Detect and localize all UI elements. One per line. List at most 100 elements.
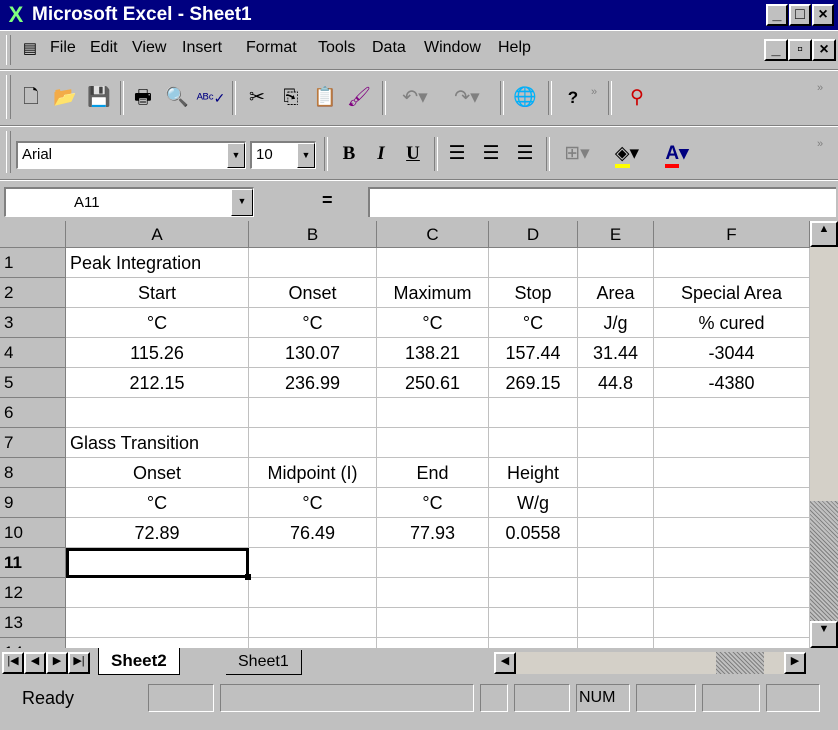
menu-window[interactable]: Window xyxy=(424,39,481,57)
align-center-icon[interactable]: ☰ xyxy=(476,139,506,169)
row-header-10[interactable]: 10 xyxy=(0,518,66,548)
copy-icon[interactable]: ⎘ xyxy=(276,83,306,113)
cell-e10[interactable] xyxy=(578,518,654,548)
close-button[interactable]: × xyxy=(812,4,834,26)
sheet-tab-sheet2[interactable]: Sheet2 xyxy=(98,648,180,675)
cell-f5[interactable]: -4380 xyxy=(654,368,810,398)
cell-b14[interactable] xyxy=(249,638,377,648)
cell-d12[interactable] xyxy=(489,578,578,608)
undo-icon[interactable]: ↶▾ xyxy=(390,83,440,113)
cell-d3[interactable]: °C xyxy=(489,308,578,338)
cell-c11[interactable] xyxy=(377,548,489,578)
scrollbar-track[interactable] xyxy=(810,501,838,621)
cell-c1[interactable] xyxy=(377,248,489,278)
cell-c3[interactable]: °C xyxy=(377,308,489,338)
menu-tools[interactable]: Tools xyxy=(318,39,355,57)
first-sheet-icon[interactable]: |◀ xyxy=(2,652,24,674)
menu-file[interactable]: File xyxy=(50,39,76,57)
cell-c7[interactable] xyxy=(377,428,489,458)
row-header-1[interactable]: 1 xyxy=(0,248,66,278)
excel-logo-icon[interactable]: X xyxy=(4,3,28,27)
cell-b12[interactable] xyxy=(249,578,377,608)
row-header-8[interactable]: 8 xyxy=(0,458,66,488)
cell-c4[interactable]: 138.21 xyxy=(377,338,489,368)
row-header-4[interactable]: 4 xyxy=(0,338,66,368)
cell-b2[interactable]: Onset xyxy=(249,278,377,308)
doc-minimize-button[interactable]: _ xyxy=(764,39,788,61)
cell-b3[interactable]: °C xyxy=(249,308,377,338)
align-left-icon[interactable]: ☰ xyxy=(442,139,472,169)
cell-d11[interactable] xyxy=(489,548,578,578)
minimize-button[interactable]: _ xyxy=(766,4,788,26)
scroll-down-icon[interactable]: ▼ xyxy=(810,621,838,648)
save-icon[interactable]: 💾 xyxy=(84,83,114,113)
column-header-b[interactable]: B xyxy=(249,221,377,248)
menu-help[interactable]: Help xyxy=(498,39,531,57)
open-folder-icon[interactable]: 📂 xyxy=(50,83,80,113)
cell-a7[interactable]: Glass Transition xyxy=(66,428,249,458)
cell-f9[interactable] xyxy=(654,488,810,518)
toolbar-overflow-icon[interactable]: » xyxy=(812,73,828,103)
cell-b7[interactable] xyxy=(249,428,377,458)
cell-f14[interactable] xyxy=(654,638,810,648)
chevron-down-icon[interactable]: ▼ xyxy=(227,143,245,168)
cell-a2[interactable]: Start xyxy=(66,278,249,308)
menu-edit[interactable]: Edit xyxy=(90,39,118,57)
paste-icon[interactable]: 📋 xyxy=(310,83,340,113)
toolbar-overflow-icon[interactable]: » xyxy=(812,129,828,159)
cell-d9[interactable]: W/g xyxy=(489,488,578,518)
cell-a11[interactable] xyxy=(66,548,251,580)
cell-c12[interactable] xyxy=(377,578,489,608)
cell-d5[interactable]: 269.15 xyxy=(489,368,578,398)
cell-a3[interactable]: °C xyxy=(66,308,249,338)
font-color-icon[interactable]: A▾ xyxy=(654,139,700,169)
last-sheet-icon[interactable]: ▶| xyxy=(68,652,90,674)
row-header-7[interactable]: 7 xyxy=(0,428,66,458)
cell-f8[interactable] xyxy=(654,458,810,488)
cell-f13[interactable] xyxy=(654,608,810,638)
cell-e8[interactable] xyxy=(578,458,654,488)
doc-close-button[interactable]: × xyxy=(812,39,836,61)
column-header-a[interactable]: A xyxy=(66,221,249,248)
cell-f4[interactable]: -3044 xyxy=(654,338,810,368)
cell-d8[interactable]: Height xyxy=(489,458,578,488)
cut-icon[interactable]: ✂ xyxy=(242,83,272,113)
toolbar-overflow-icon[interactable]: » xyxy=(586,77,602,107)
scroll-up-icon[interactable]: ▲ xyxy=(810,221,838,247)
cell-e12[interactable] xyxy=(578,578,654,608)
italic-icon[interactable]: I xyxy=(366,139,396,169)
sheet-tab-sheet1[interactable]: Sheet1 xyxy=(226,650,302,675)
cell-d7[interactable] xyxy=(489,428,578,458)
formula-equals-button[interactable]: = xyxy=(322,190,333,211)
cell-e3[interactable]: J/g xyxy=(578,308,654,338)
web-toolbar-icon[interactable]: 🌐 xyxy=(510,83,540,113)
cell-e14[interactable] xyxy=(578,638,654,648)
help-icon[interactable]: ? xyxy=(558,83,588,113)
cell-b1[interactable] xyxy=(249,248,377,278)
row-header-6[interactable]: 6 xyxy=(0,398,66,428)
cell-b6[interactable] xyxy=(249,398,377,428)
cell-b13[interactable] xyxy=(249,608,377,638)
document-icon[interactable]: ▤ xyxy=(16,35,44,63)
title-bar[interactable]: X Microsoft Excel - Sheet1 _ □ × xyxy=(0,0,838,30)
cell-a1[interactable]: Peak Integration xyxy=(66,248,249,278)
font-name-combo[interactable]: Arial ▼ xyxy=(16,141,246,169)
cell-f2[interactable]: Special Area xyxy=(654,278,810,308)
cell-e4[interactable]: 31.44 xyxy=(578,338,654,368)
cell-c5[interactable]: 250.61 xyxy=(377,368,489,398)
acrobat-icon[interactable]: ⚲ xyxy=(622,83,652,113)
row-header-9[interactable]: 9 xyxy=(0,488,66,518)
cell-a8[interactable]: Onset xyxy=(66,458,249,488)
row-header-13[interactable]: 13 xyxy=(0,608,66,638)
cell-e5[interactable]: 44.8 xyxy=(578,368,654,398)
name-box[interactable]: A11 ▼ xyxy=(4,187,254,217)
formula-input[interactable] xyxy=(368,187,836,217)
column-header-f[interactable]: F xyxy=(654,221,810,248)
borders-icon[interactable]: ⊞▾ xyxy=(554,139,600,169)
cell-a13[interactable] xyxy=(66,608,249,638)
chevron-down-icon[interactable]: ▼ xyxy=(297,143,315,168)
menu-data[interactable]: Data xyxy=(372,39,406,57)
row-header-2[interactable]: 2 xyxy=(0,278,66,308)
redo-icon[interactable]: ↷▾ xyxy=(442,83,492,113)
cell-e1[interactable] xyxy=(578,248,654,278)
